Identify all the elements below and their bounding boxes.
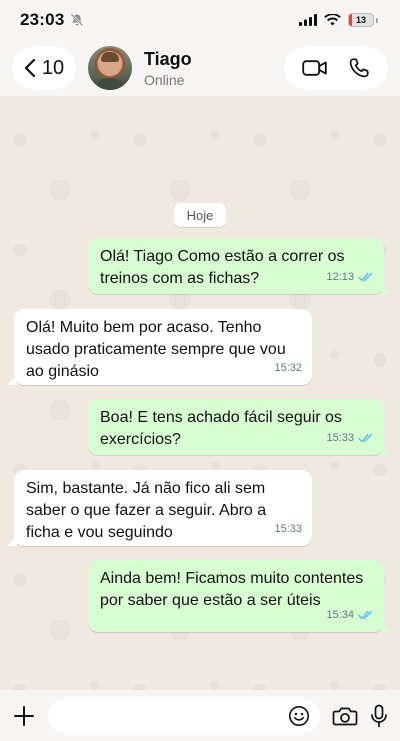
avatar[interactable] (88, 46, 132, 90)
cellular-signal-icon (299, 14, 317, 26)
message-meta: 12:13 (326, 266, 374, 288)
avatar-hair (101, 52, 119, 62)
message-meta: 15:33 (326, 427, 374, 449)
bubble-tail (381, 284, 391, 294)
message-time: 15:33 (326, 432, 354, 444)
phone-icon[interactable] (348, 57, 370, 79)
read-receipt-icon (358, 610, 373, 620)
call-actions (284, 46, 388, 90)
emoji-icon[interactable] (288, 705, 310, 727)
battery-level: 13 (355, 15, 366, 25)
camera-icon[interactable] (332, 705, 358, 727)
status-time: 23:03 (20, 10, 65, 29)
message-text: Boa! E tens achado fácil seguir os exerc… (100, 409, 342, 448)
unread-count: 10 (41, 56, 65, 79)
input-actions (332, 704, 388, 728)
back-button[interactable]: 10 (12, 46, 76, 90)
chevron-left-icon (24, 58, 35, 78)
message-text: Sim, bastante. Já não fico ali sem saber… (26, 480, 267, 541)
status-bar: 23:03 13 (0, 0, 400, 40)
message-composer (0, 690, 400, 741)
message-input[interactable] (48, 696, 320, 735)
avatar-shirt (96, 78, 124, 90)
bubble-tail (7, 375, 17, 385)
message-text: Olá! Muito bem por acaso. Tenho usado pr… (26, 319, 286, 380)
video-call-icon[interactable] (302, 59, 328, 77)
contact-status: Online (144, 71, 185, 88)
bubble-tail (381, 445, 391, 455)
status-left: 23:03 (20, 10, 84, 30)
message-time: 15:32 (274, 362, 302, 374)
message-bubble-incoming[interactable]: Sim, bastante. Já não fico ali sem saber… (7, 470, 312, 546)
bubble-tail (7, 536, 17, 546)
microphone-icon[interactable] (370, 704, 388, 728)
message-time: 15:34 (326, 609, 354, 621)
wifi-icon (324, 14, 341, 26)
message-bubble-outgoing[interactable]: Ainda bem! Ficamos muito contentes por s… (88, 560, 391, 632)
message-time: 12:13 (326, 271, 354, 283)
message-meta: 15:32 (274, 357, 302, 379)
battery-indicator: 13 (348, 13, 374, 27)
battery-nub (376, 17, 378, 23)
read-receipt-icon (358, 433, 373, 443)
bell-muted-icon (71, 13, 84, 27)
message-bubble-incoming[interactable]: Olá! Muito bem por acaso. Tenho usado pr… (7, 309, 312, 385)
status-right: 13 (299, 13, 378, 27)
message-meta: 15:34 (326, 604, 374, 626)
chat-header: 10 Tiago Online (0, 40, 400, 96)
date-separator: Hoje (174, 203, 226, 227)
contact-info[interactable]: Tiago Online (144, 49, 192, 88)
read-receipt-icon (358, 272, 373, 282)
message-bubble-outgoing[interactable]: Boa! E tens achado fácil seguir os exerc… (88, 399, 391, 455)
contact-name: Tiago (144, 48, 192, 69)
message-bubble-outgoing[interactable]: Olá! Tiago Como estão a correr os treino… (88, 238, 391, 294)
message-time: 15:33 (274, 523, 302, 535)
attach-button[interactable] (10, 702, 38, 730)
bubble-tail (381, 622, 391, 632)
message-meta: 15:33 (274, 518, 302, 540)
plus-icon (14, 705, 34, 726)
message-text: Olá! Tiago Como estão a correr os treino… (100, 248, 345, 287)
battery-fill (349, 14, 353, 26)
